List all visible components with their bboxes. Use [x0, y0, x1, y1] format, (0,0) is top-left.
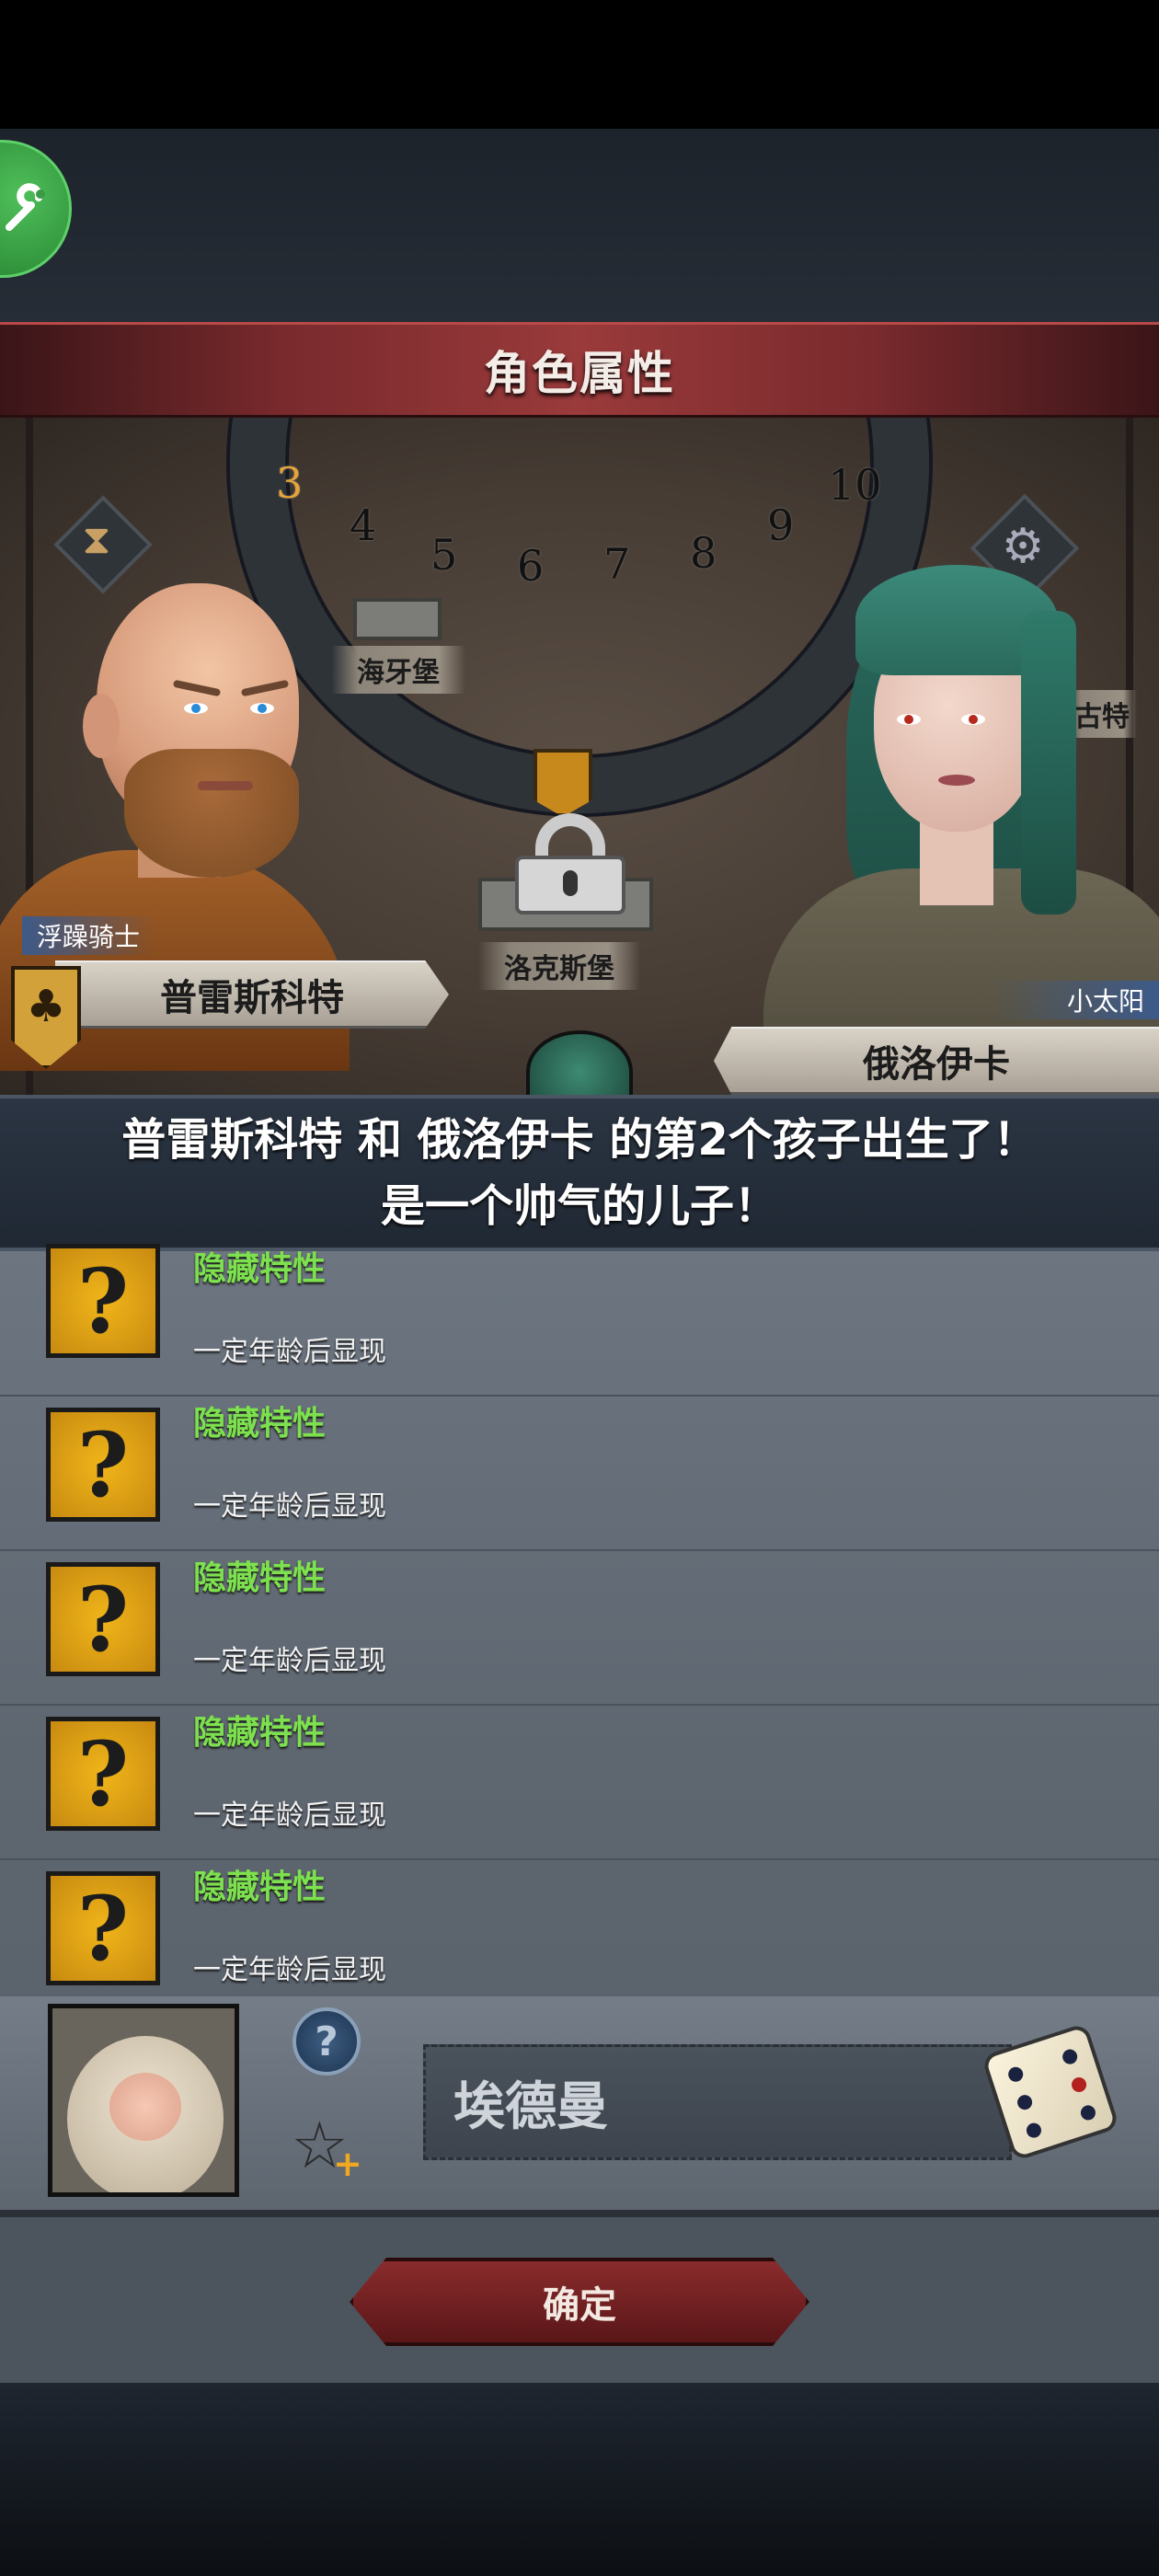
parents-scene: 3 4 5 6 7 8 9 10 ⧗ ⚙ 海牙堡 洛克斯堡 古特 浮躁骑士 普雷…	[0, 418, 1159, 1095]
child-name: 埃德曼	[453, 2076, 608, 2137]
page-title: 角色属性	[484, 347, 675, 400]
trait-description: 一定年龄后显现	[193, 1645, 386, 1677]
father-name-plate: 普雷斯科特	[55, 960, 449, 1029]
trait-name: 隐藏特性	[193, 1405, 327, 1443]
castle-label: 洛克斯堡	[478, 942, 640, 990]
trait-description: 一定年龄后显现	[193, 1954, 386, 1986]
dial-number: 7	[603, 539, 631, 589]
trait-description: 一定年龄后显现	[193, 1800, 386, 1832]
question-icon: ?	[46, 1408, 160, 1522]
confirm-button[interactable]: 确定	[350, 2258, 809, 2346]
plus-icon: +	[333, 2144, 362, 2184]
hourglass-icon: ⧗	[82, 516, 111, 564]
father-title: 浮躁骑士	[22, 916, 155, 955]
dial-number: 4	[350, 500, 377, 550]
mother-name-plate: 俄洛伊卡	[714, 1027, 1159, 1095]
father-name: 普雷斯科特	[160, 976, 344, 1019]
child-naming-row: ? ☆ + 埃德曼	[0, 1996, 1159, 2217]
birth-announcement: 普雷斯科特 和 俄洛伊卡 的第2个孩子出生了！ 是一个帅气的儿子！	[0, 1095, 1159, 1251]
announcement-line-2: 是一个帅气的儿子！	[380, 1180, 778, 1232]
trait-name: 隐藏特性	[193, 1869, 327, 1906]
title-banner: 角色属性	[0, 322, 1159, 418]
lock-icon[interactable]	[515, 813, 625, 914]
child-name-input[interactable]: 埃德曼	[423, 2044, 1012, 2160]
announcement-line-1: 普雷斯科特 和 俄洛伊卡 的第2个孩子出生了！	[121, 1114, 1038, 1166]
trait-description: 一定年龄后显现	[193, 1336, 386, 1368]
trait-name: 隐藏特性	[193, 1714, 327, 1752]
question-icon: ?	[46, 1871, 160, 1985]
bottom-band	[0, 2383, 1159, 2576]
dial-number: 10	[828, 460, 882, 510]
dial-number: 8	[690, 528, 717, 578]
help-button[interactable]: ?	[293, 2007, 361, 2076]
mother-name: 俄洛伊卡	[863, 1042, 1010, 1086]
top-bar	[0, 129, 1159, 322]
trait-item[interactable]: ? 隐藏特性 一定年龄后显现	[0, 1242, 1159, 1397]
question-icon: ?	[46, 1562, 160, 1676]
confirm-label: 确定	[543, 2284, 616, 2327]
dial-number: 3	[276, 458, 304, 508]
trait-item[interactable]: ? 隐藏特性 一定年龄后显现	[0, 1397, 1159, 1551]
trait-item[interactable]: ? 隐藏特性 一定年龄后显现	[0, 1706, 1159, 1860]
dial-number: 9	[767, 500, 795, 550]
castle-icon	[353, 598, 442, 640]
wrench-icon	[6, 183, 45, 231]
dial-number: 5	[430, 530, 458, 580]
trait-item[interactable]: ? 隐藏特性 一定年龄后显现	[0, 1551, 1159, 1706]
mother-title: 小太阳	[993, 981, 1159, 1019]
trait-name: 隐藏特性	[193, 1559, 327, 1597]
question-icon: ?	[46, 1244, 160, 1358]
castle-label: 海牙堡	[331, 646, 465, 694]
trait-description: 一定年龄后显现	[193, 1490, 386, 1523]
trait-item[interactable]: ? 隐藏特性 一定年龄后显现	[0, 1860, 1159, 2015]
question-icon: ?	[46, 1717, 160, 1831]
child-portrait	[48, 2004, 239, 2197]
question-circle-icon: ?	[315, 2018, 339, 2065]
status-bar	[0, 0, 1159, 129]
trait-name: 隐藏特性	[193, 1250, 327, 1288]
dial-number: 6	[517, 541, 545, 591]
